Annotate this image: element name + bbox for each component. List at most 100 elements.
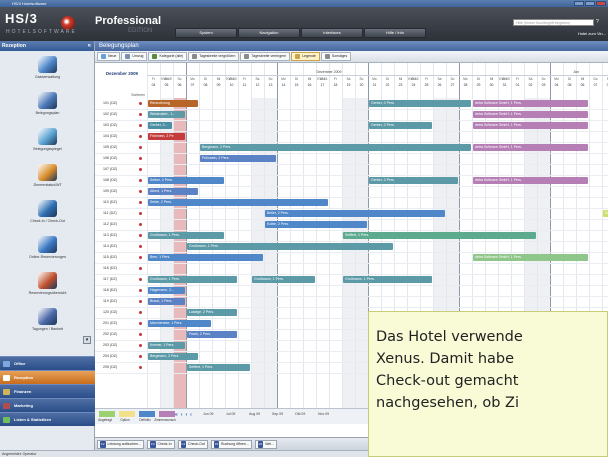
booking-bar[interactable]: Kolbe, 2 Pers. [265,221,367,228]
sidebar-item[interactable]: Tagungen / Bankett [0,307,95,337]
booking-bar[interactable]: detra Software GmbH, 1 Pers. [473,122,588,129]
timeline-back-button[interactable]: ‹ [185,412,187,418]
booking-bar[interactable]: Großmann, 1 Pers. [148,232,224,239]
booking-bar[interactable]: detra Software GmbH, 1 Pers. [473,144,588,151]
sort-label[interactable]: Sortieren [97,93,147,97]
sidebar-item[interactable]: Online-Reservierungen [0,235,95,265]
sidebar-section[interactable]: Rezeption [0,370,95,384]
timeline-back-button[interactable]: ‹ [190,412,192,418]
quick-action-button[interactable]: F4 Check-Out [177,439,208,449]
current-month-label: Dezember 2009 [106,71,138,76]
sidebar-item[interactable]: Reservierungsübersicht [0,271,95,301]
booking-bar[interactable]: Frühwein, 2 Pe [148,133,185,140]
booking-bar[interactable]: Gerber, 2 Pers. [369,177,458,184]
text-overlay: Das Hotel verwende Xenus. Damit habe Check… [368,311,608,457]
booking-bar[interactable]: Kremer, 1 Pers. [148,342,185,349]
row-divider [95,153,608,154]
toolbar-button[interactable]: Tagesbreite verringern [240,52,291,61]
menu-help[interactable]: Hilfe / Info [364,28,426,38]
booking-bar[interactable]: Beer, 1 Pers. [148,254,263,261]
menu-navigation[interactable]: Navigation [238,28,300,38]
sidebar-item[interactable]: Gastverwaltung [0,55,95,85]
booking-bar[interactable]: Gerber, 2 Pers. [369,122,432,129]
help-icon[interactable]: ? [596,19,599,25]
toolbar-button[interactable]: Neue [97,52,121,61]
booking-bar[interactable]: Gerber, 2 Pers. [369,100,471,107]
quick-action-button[interactable]: F5 Buchung öffnen... [210,439,252,449]
booking-bar[interactable]: Frank, 2 Pers. [187,331,237,338]
booking-bar[interactable]: Albert, 1 Pers. [148,188,198,195]
sidebar-item[interactable]: Check-In / Check-Out [0,199,95,229]
quick-action-button[interactable]: F2 Leistung aufbuchen... [97,439,144,449]
timeline-month-label[interactable]: Nov 09 [318,412,329,416]
booking-bar[interactable]: Beller, 2 Pers. [265,210,445,217]
booking-bar[interactable]: Seiber, 2 Pers. [148,177,224,184]
booking-bar[interactable]: Seiffert, 1 Pers. [187,364,250,371]
sidebar-item[interactable]: Zimmerstatus/WT [0,163,95,193]
toolbar-button[interactable]: Kategorie (alle) [148,52,188,61]
sidebar-item[interactable]: Belegungsspiegel [0,127,95,157]
toolbar-button-label: Kategorie (alle) [159,54,184,58]
timeline-month-label[interactable]: Aug 09 [249,412,260,416]
booking-bar[interactable]: detra Software GmbH, 1 Pers. [473,177,588,184]
booking-bar[interactable]: Großmann, 1 Pers. [252,276,315,283]
booking-bar[interactable]: Weidenkeb., 1... [148,111,185,118]
toolbar-button[interactable]: Umzug [121,52,148,61]
sidebar-section[interactable]: Marketing [0,398,95,412]
booking-bar[interactable]: Bergmann, 2 Pers. [148,353,198,360]
timeline-back-button[interactable]: « [175,412,178,418]
person-icon [38,200,57,217]
booking-bar[interactable]: Marcheneke, 1 Pers. [148,320,211,327]
timeline-month-label[interactable]: Jul 09 [226,412,235,416]
timeline-month-label[interactable]: Sep 09 [272,412,283,416]
timeline-month-label[interactable]: Okt 09 [295,412,305,416]
sidebar-item[interactable]: Belegungsplan [0,91,95,121]
toolbar-button[interactable]: Sonstiges [320,52,352,61]
booking-bar[interactable]: Renovierung [148,100,198,107]
booking-bar[interactable]: Seide, 2 Pers. [148,199,328,206]
room-status-icon [139,223,142,226]
move-icon [125,54,131,59]
row-divider [95,175,608,176]
timeline-back-button[interactable]: ‹ [181,412,183,418]
toolbar-button[interactable]: Legende [291,52,320,61]
room-status-icon [139,366,142,369]
booking-bar[interactable]: Großmann, 1 Pers. [187,243,393,250]
room-status-icon [139,322,142,325]
scroll-down-icon[interactable]: ▾ [83,336,91,344]
collapse-icon[interactable]: « [88,41,91,51]
timeline-month-label[interactable]: Jun 09 [203,412,214,416]
booking-bar[interactable]: Lutwige, 2 Pers. [187,309,237,316]
booking-bar[interactable]: detra Software GmbH, 1 Pers. [473,111,588,118]
toolbar-button[interactable]: Tagesbreite vergrößern [188,52,240,61]
booking-bar[interactable]: detra Software GmbH, 1 Pers. [473,100,588,107]
row-divider [95,241,608,242]
table-grid-icon [38,128,57,145]
menu-interfaces[interactable]: Interfaces [301,28,363,38]
close-button[interactable] [596,1,606,6]
booking-bar[interactable]: Braun, 1 Pers. [148,298,185,305]
sidebar-section-label: Finanzen [14,389,32,394]
booking-bar[interactable]: detra Software GmbH, 1 Pers. [473,254,588,261]
sidebar-section[interactable]: Listen & Statistiken [0,412,95,426]
maximize-button[interactable] [585,1,595,6]
booking-bar[interactable]: Hagemann, 2... [148,287,185,294]
booking-bar[interactable]: Frühwein, 2 Pers. [200,155,276,162]
quick-action-button[interactable]: F3 Check-In [147,439,175,449]
booking-bar[interactable]: Großmann, 1 Pers. [148,276,237,283]
menu-system[interactable]: System [175,28,237,38]
booking-bar[interactable]: Großmann, 1 Pers. [343,276,432,283]
app-window: HS/3 Hotelsoftware HS/3 HOTELSOFTWARE Pr… [0,0,608,457]
booking-bar[interactable]: Gerber, 2... [148,122,172,129]
minimize-button[interactable] [574,1,584,6]
booking-bar[interactable]: Seiffert, 1 Pers. [343,232,536,239]
sidebar-section[interactable]: Office [0,356,95,370]
booking-bar[interactable]: Bergmann, 2 Pers. [200,144,471,151]
overlay-text-line: Xenus. Damit habe [376,351,515,367]
booking-bar[interactable]: Schäfer, 1... [603,210,608,217]
day-gridline [316,63,317,408]
help-search-input[interactable]: Hilfe (Immer Suchbegriff eingeben) [513,19,594,26]
quick-action-button[interactable]: F6 Wei... [254,439,278,449]
sidebar-section[interactable]: Finanzen [0,384,95,398]
week-header: KW 50 [226,77,237,81]
